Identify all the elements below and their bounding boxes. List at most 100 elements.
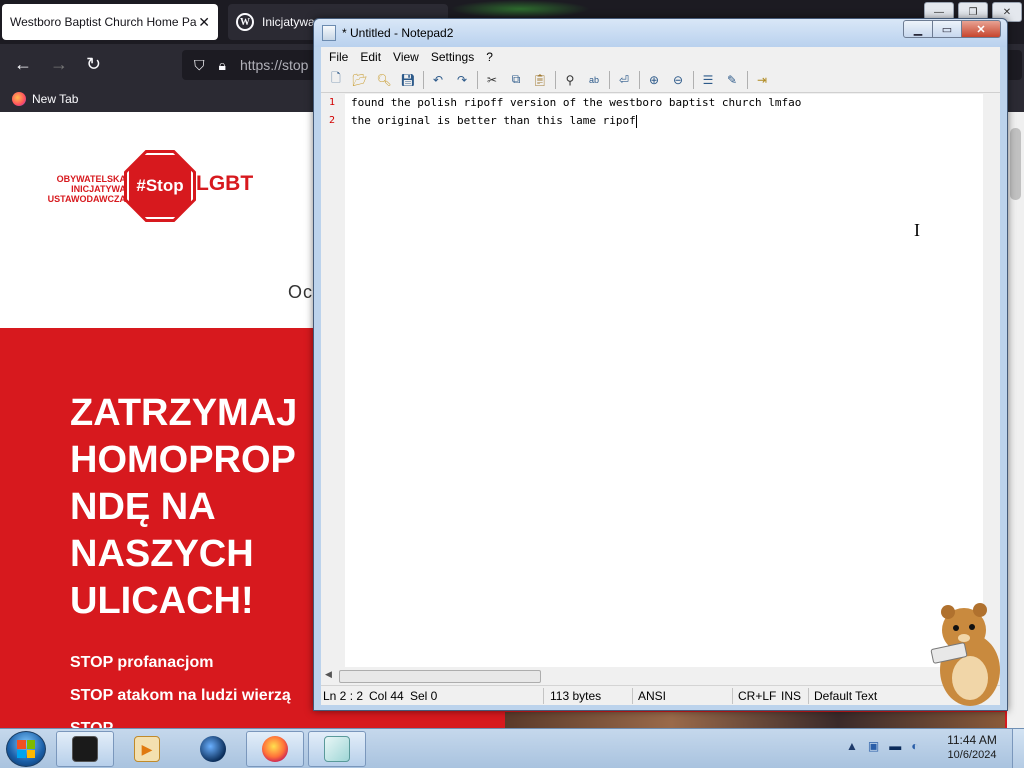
- open-icon[interactable]: 📂︎: [351, 71, 369, 89]
- shield-icon[interactable]: ⛉: [194, 57, 205, 74]
- line-number: 1: [329, 97, 336, 108]
- clock[interactable]: 11:44 AM 10/6/2024: [940, 733, 1004, 763]
- vertical-scrollbar[interactable]: [983, 94, 1000, 685]
- close-tab-icon[interactable]: ✕: [198, 14, 210, 31]
- firefox-icon: [262, 736, 288, 762]
- browse-icon[interactable]: 🔍︎: [375, 71, 393, 89]
- media-player-icon: ▶: [134, 736, 160, 762]
- taskbar: ▶ ▲ ▣ ▬ ◐ 11:44 AM 10/6/2024: [0, 728, 1024, 768]
- headline-line: NDĘ NA: [70, 486, 216, 528]
- background-photo: [505, 712, 1005, 728]
- bookmark-new-tab[interactable]: New Tab: [32, 92, 78, 106]
- minimize-icon[interactable]: ▁: [903, 20, 933, 38]
- toolbar-separator: [639, 70, 640, 89]
- exit-icon[interactable]: ⇥: [753, 71, 771, 89]
- menu-help[interactable]: ?: [480, 50, 499, 64]
- status-scheme[interactable]: Default Text: [814, 689, 877, 703]
- undo-icon[interactable]: ↶: [429, 71, 447, 89]
- save-icon[interactable]: 💾︎: [399, 71, 417, 89]
- reload-icon[interactable]: ↻: [86, 54, 101, 75]
- taskbar-globe[interactable]: [184, 731, 242, 767]
- text-line-content: the original is better than this lame ri…: [351, 114, 636, 127]
- headline-line: ULICACH!: [70, 580, 254, 622]
- toolbar-separator: [609, 70, 610, 89]
- show-desktop-button[interactable]: [1012, 729, 1024, 768]
- monitor-icon[interactable]: ▬: [889, 739, 901, 753]
- lock-icon[interactable]: 🔒︎: [219, 57, 226, 74]
- close-icon[interactable]: ✕: [961, 20, 1001, 38]
- status-eol[interactable]: CR+LF: [738, 689, 776, 703]
- tab-westboro[interactable]: Westboro Baptist Church Home Pa ✕: [2, 4, 218, 40]
- page-scroll-thumb[interactable]: [1010, 128, 1021, 200]
- notepad2-icon: [324, 736, 350, 762]
- copy-icon[interactable]: ⧉: [507, 71, 525, 89]
- stop-item: STOP atakom na ludzi wierzą: [70, 687, 291, 704]
- back-arrow-icon[interactable]: ←: [14, 54, 32, 75]
- redo-icon[interactable]: ↷: [453, 71, 471, 89]
- replace-icon[interactable]: ab: [585, 71, 603, 89]
- tab-title: Westboro Baptist Church Home Pa: [10, 15, 197, 29]
- status-mode: INS: [781, 689, 802, 703]
- tab-title: Inicjatywa: [262, 15, 315, 29]
- wordpress-icon: W: [236, 13, 254, 31]
- status-divider: [732, 688, 733, 704]
- system-tray: ▲ ▣ ▬ ◐: [846, 739, 928, 753]
- status-divider: [543, 688, 544, 704]
- taskbar-firefox[interactable]: [246, 731, 304, 767]
- volume-icon[interactable]: ◐: [911, 739, 918, 753]
- toolbar: 🗋︎ 📂︎ 🔍︎ 💾︎ ↶ ↷ ✂ ⧉ 📋︎ ⚲ ab ⏎ ⊕ ⊖ ☰ ✎ ⇥: [321, 67, 1000, 93]
- taskbar-terminal[interactable]: [56, 731, 114, 767]
- toolbar-separator: [747, 70, 748, 89]
- menu-view[interactable]: View: [387, 50, 425, 64]
- stop-item: STOP profanacjom: [70, 654, 214, 671]
- notepad2-app-icon: [322, 25, 336, 41]
- forward-arrow-icon[interactable]: →: [50, 54, 68, 75]
- find-icon[interactable]: ⚲: [561, 71, 579, 89]
- hero-headline: ZATRZYMAJ HOMOPROP NDĘ NA NASZYCH ULICAC…: [70, 390, 330, 625]
- notepad2-client: File Edit View Settings ? 🗋︎ 📂︎ 🔍︎ 💾︎ ↶ …: [321, 47, 1000, 705]
- url-text: https://stop: [239, 57, 309, 73]
- notepad2-titlebar[interactable]: * Untitled - Notepad2 ▁ ▭ ✕: [314, 19, 1007, 47]
- wordwrap-icon[interactable]: ⏎: [615, 71, 633, 89]
- clock-date: 10/6/2024: [947, 749, 997, 761]
- logo-word: LGBT: [196, 172, 254, 195]
- text-line-content: found the polish ripoff version of the w…: [351, 96, 802, 109]
- horizontal-scrollbar[interactable]: ◀: [321, 667, 983, 685]
- toolbar-separator: [693, 70, 694, 89]
- logo-small-text: OBYWATELSKA INICJATYWA USTAWODAWCZA: [47, 174, 126, 204]
- scheme-icon[interactable]: ☰: [699, 71, 717, 89]
- cut-icon[interactable]: ✂: [483, 71, 501, 89]
- status-encoding[interactable]: ANSI: [638, 689, 666, 703]
- taskbar-notepad2[interactable]: [308, 731, 366, 767]
- firefox-icon: [12, 92, 26, 106]
- window-title: * Untitled - Notepad2: [342, 26, 454, 40]
- window-controls: ▁ ▭ ✕: [903, 20, 1001, 38]
- maximize-icon[interactable]: ▭: [932, 20, 962, 38]
- menu-file[interactable]: File: [323, 50, 354, 64]
- customize-scheme-icon[interactable]: ✎: [723, 71, 741, 89]
- horizontal-scroll-thumb[interactable]: [339, 670, 541, 683]
- line-number: 2: [329, 115, 336, 126]
- show-hidden-icons-icon[interactable]: ▲: [846, 739, 858, 753]
- headline-line: NASZYCH: [70, 533, 254, 575]
- zoom-in-icon[interactable]: ⊕: [645, 71, 663, 89]
- scroll-left-icon[interactable]: ◀: [325, 669, 332, 680]
- text-editor[interactable]: 1 2 found the polish ripoff version of t…: [321, 94, 1000, 685]
- menu-edit[interactable]: Edit: [354, 50, 387, 64]
- headline-line: ZATRZYMAJ: [70, 392, 298, 434]
- paste-icon[interactable]: 📋︎: [531, 71, 549, 89]
- headline-line: HOMOPROP: [70, 439, 296, 481]
- green-decoration: [450, 0, 590, 18]
- zoom-out-icon[interactable]: ⊖: [669, 71, 687, 89]
- status-column: Col 44: [369, 689, 404, 703]
- hamster-mascot: [930, 603, 1000, 706]
- taskbar-media-player[interactable]: ▶: [118, 731, 176, 767]
- start-button[interactable]: [6, 731, 46, 767]
- globe-icon: [200, 736, 226, 762]
- status-bar: Ln 2 : 2 Col 44 Sel 0 113 bytes ANSI CR+…: [321, 685, 1000, 705]
- new-icon[interactable]: 🗋︎: [327, 71, 345, 89]
- menu-settings[interactable]: Settings: [425, 50, 480, 64]
- network-icon[interactable]: ▣: [868, 739, 879, 753]
- terminal-icon: [72, 736, 98, 762]
- page-scrollbar[interactable]: [1007, 112, 1024, 728]
